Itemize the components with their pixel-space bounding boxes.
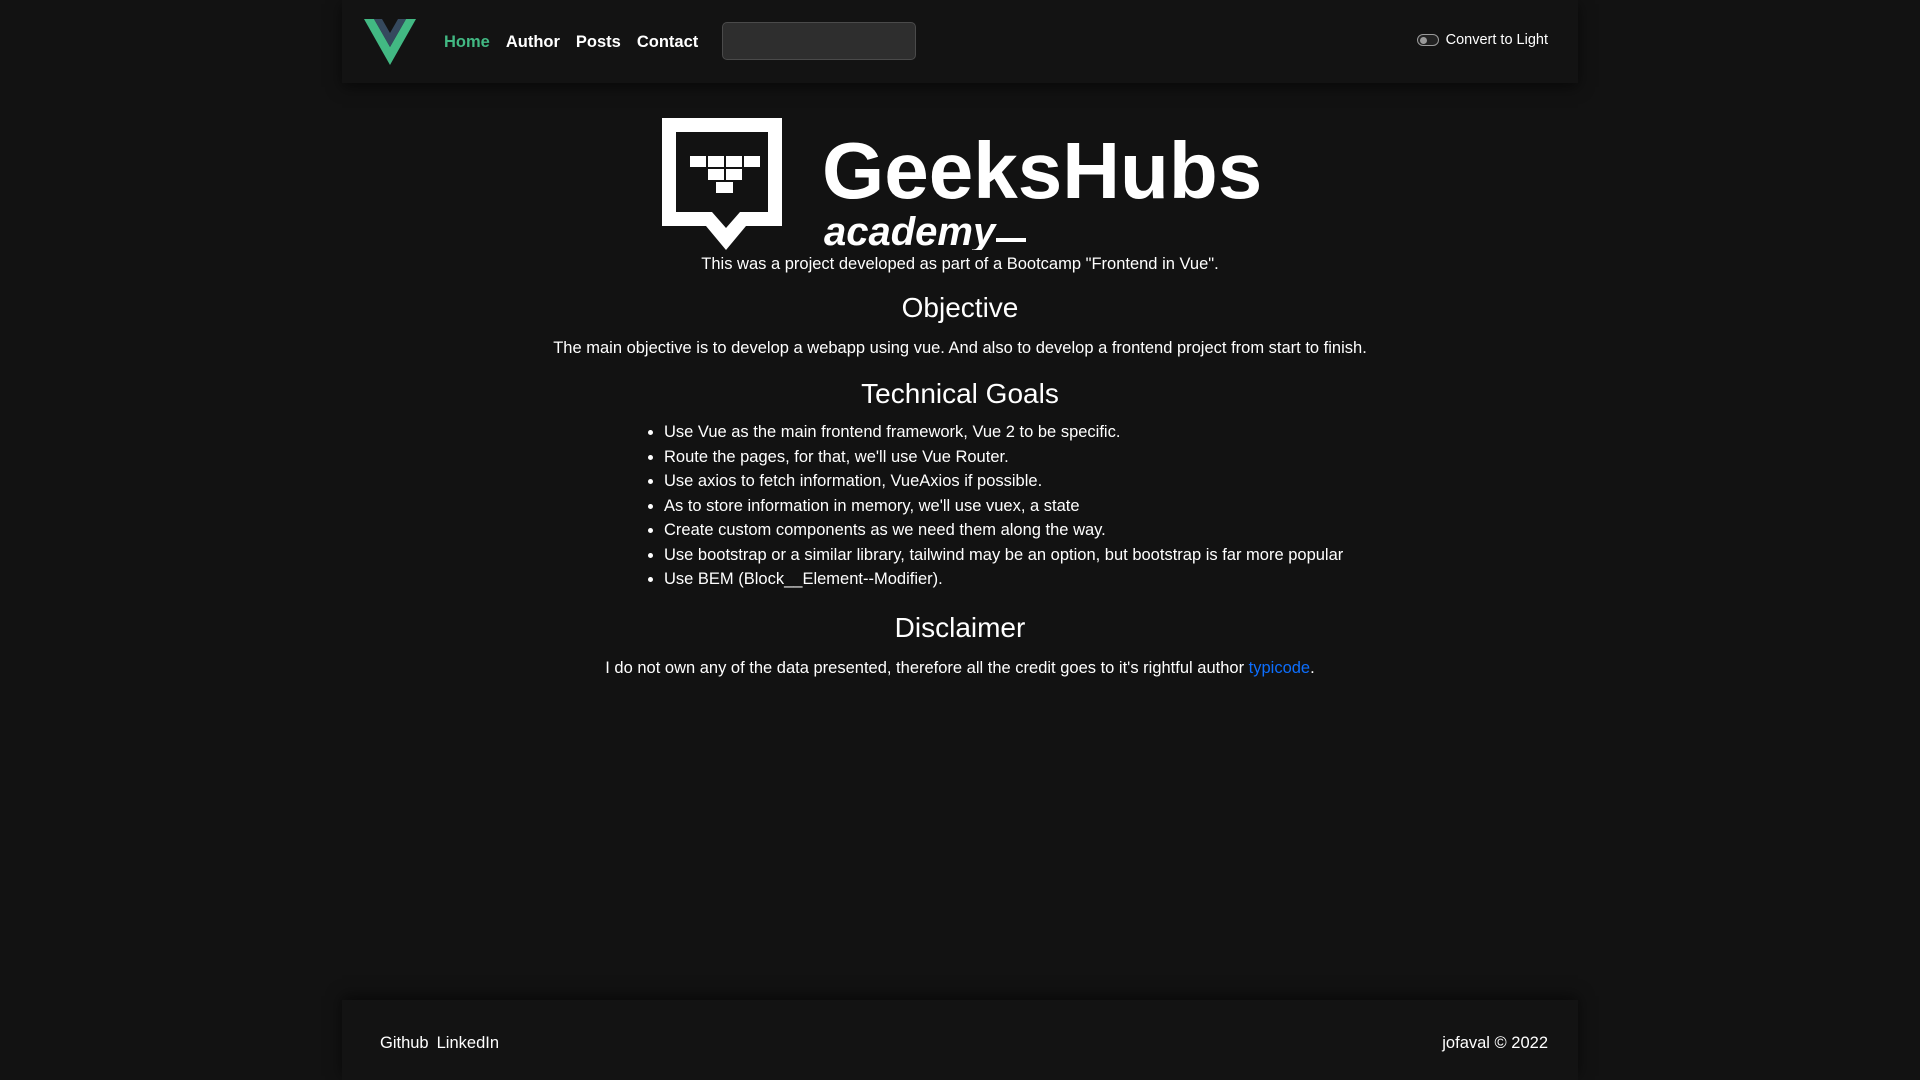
goal-item: Use bootstrap or a similar library, tail…: [646, 543, 1346, 568]
goals-wrap: Use Vue as the main frontend framework, …: [636, 420, 1356, 592]
nav-links: Home Author Posts Contact: [444, 31, 714, 53]
geekshubs-logo-icon: GeeksHubs academy: [662, 118, 1260, 250]
main-content: GeeksHubs academy This was a project dev…: [0, 110, 1920, 680]
disclaimer-text: I do not own any of the data presented, …: [0, 656, 1920, 680]
disclaimer-text-before: I do not own any of the data presented, …: [605, 658, 1249, 677]
search-input[interactable]: [722, 22, 916, 60]
brand-name: GeeksHubs: [822, 126, 1260, 215]
goal-item: Route the pages, for that, we'll use Vue…: [646, 445, 1346, 470]
nav-link-posts[interactable]: Posts: [576, 31, 621, 53]
objective-heading: Objective: [901, 292, 1019, 323]
objective-text: The main objective is to develop a webap…: [553, 339, 1367, 357]
author-link[interactable]: typicode: [1249, 659, 1310, 677]
theme-switch[interactable]: [1416, 34, 1439, 46]
goals-heading: Technical Goals: [861, 378, 1059, 409]
goals-list: Use Vue as the main frontend framework, …: [646, 420, 1346, 592]
navbar: Home Author Posts Contact Convert to Lig…: [342, 0, 1578, 83]
intro-text: This was a project developed as part of …: [701, 255, 1219, 273]
goal-item: Use axios to fetch information, VueAxios…: [646, 469, 1346, 494]
disclaimer-text-after: .: [1310, 658, 1315, 677]
nav-link-contact[interactable]: Contact: [637, 31, 698, 53]
disclaimer-heading: Disclaimer: [894, 611, 1026, 643]
copyright: jofaval © 2022: [1442, 1034, 1548, 1052]
goal-item: As to store information in memory, we'll…: [646, 494, 1346, 519]
theme-toggle[interactable]: Convert to Light: [1416, 32, 1548, 48]
nav-link-home[interactable]: Home: [444, 31, 490, 53]
vue-logo-icon[interactable]: [364, 19, 416, 65]
footer: Github LinkedIn jofaval © 2022: [342, 1000, 1578, 1080]
goal-item: Use BEM (Block__Element--Modifier).: [646, 567, 1346, 592]
switch-knob: [1419, 36, 1427, 44]
footer-links: Github LinkedIn: [380, 1034, 499, 1053]
linkedin-link[interactable]: LinkedIn: [437, 1034, 499, 1053]
brand-tagline: academy: [824, 210, 997, 250]
goal-item: Create custom components as we need them…: [646, 518, 1346, 543]
theme-toggle-label: Convert to Light: [1445, 32, 1548, 48]
nav-link-author[interactable]: Author: [506, 31, 560, 53]
github-link[interactable]: Github: [380, 1034, 429, 1053]
goal-item: Use Vue as the main frontend framework, …: [646, 420, 1346, 445]
